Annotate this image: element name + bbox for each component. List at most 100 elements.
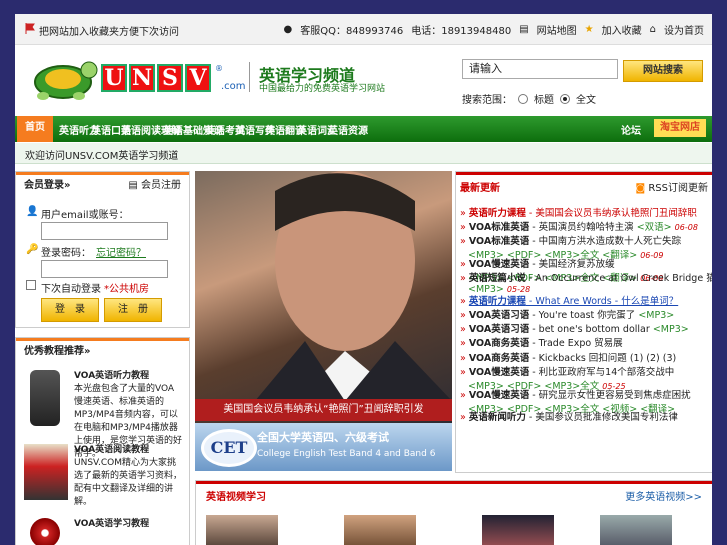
news-media-links[interactable]: <MP3> [638,310,674,321]
logo-letter: N [129,64,155,92]
news-category[interactable]: VOA慢速英语 [469,367,529,378]
sitemap-icon: ▤ [519,24,529,35]
page: 把网站加入收藏夹方便下次访问 ● 客服QQ：848993746 电话：18913… [15,14,712,545]
recommend-item-desc: UNSV.COM精心为大家挑选了最新的英语学习资料，配有中文翻译及详细的讲解。 [74,458,183,507]
news-item[interactable]: » VOA商务英语 - Trade Expo 贸易展 [460,335,623,349]
cet-title: 全国大学英语四、六级考试 [257,431,389,444]
news-item[interactable]: » VOA英语习语 - bet one's bottom dollar <MP3… [460,321,689,335]
sitemap-link[interactable]: 网站地图 [537,22,577,37]
email-field[interactable] [41,222,168,240]
video-section: 英语视频学习 更多英语视频>> [195,480,712,545]
fulltext-radio-label: 全文 [576,95,596,106]
news-title[interactable]: - bet one's bottom dollar [529,324,650,335]
title-radio[interactable] [518,93,528,104]
login-header: 会员登录» ▤ 会员注册 [16,172,189,199]
nav-home[interactable]: 首页 [17,116,53,142]
recommend-item[interactable]: VOA英语阅读教程 UNSV.COM精心为大家挑选了最新的英语学习资料，配有中文翻… [24,444,184,510]
recommend-title: 优秀教程推荐» [24,346,91,357]
news-title[interactable]: - An Occurrence at Owl Creek Bridge 猫头鹰溪… [526,273,712,284]
news-title[interactable]: - 美国国会议员韦纳承认艳照门丑闻辞职 [526,208,697,219]
title-radio-label: 标题 [534,95,554,106]
news-title[interactable]: - 研究显示女性更容易受到焦虑症困扰 [529,390,690,401]
video-thumbnail[interactable] [482,515,554,545]
notice-text: 欢迎访问UNSV.COM英语学习频道 [25,151,179,162]
recommend-item[interactable]: VOA英语学习教程 [24,518,184,545]
register-link[interactable]: ▤ 会员注册 [128,175,181,197]
news-title[interactable]: - 利比亚政府军与14个部落交战中 [529,367,674,378]
news-category[interactable]: 英语听力课程 [469,208,526,219]
news-category[interactable]: 英语新闻听力 [469,412,526,423]
video-thumbnail[interactable] [600,515,672,545]
user-icon: 👤 [26,206,39,217]
news-title[interactable]: - You're toast 你完蛋了 [529,310,635,321]
news-title[interactable]: - Kickbacks 回扣问题 (1) (2) (3) [529,353,676,364]
turtle-logo-icon[interactable] [23,54,99,104]
news-bullet: » [460,273,469,284]
news-title[interactable]: - 美国参议员批准修改美国专利法律 [526,412,678,423]
forgot-password-link[interactable]: 忘记密码？ [96,244,146,259]
recommend-item-text: VOA英语学习教程 [74,518,182,531]
news-category[interactable]: VOA商务英语 [469,338,529,349]
add-favorites-link[interactable]: 加入收藏 [602,22,642,37]
news-media-links[interactable]: <MP3> [653,324,689,335]
news-date: 06-08 [674,223,698,232]
news-category[interactable]: 英语听力课程 [469,296,526,307]
news-item[interactable]: » 英语新闻听力 - 美国参议员批准修改美国专利法律 [460,409,678,423]
cet-banner[interactable]: CET 全国大学英语四、六级考试 College English Test Ba… [195,423,452,471]
news-title[interactable]: - What Are Words - 什么是单词？ [526,296,678,307]
main-nav: 首页 英语听力 英语口语 英语阅读理解 英语基础知识 英语考试 英语写作 英语翻… [15,116,712,142]
logo-letter: V [185,64,211,92]
nav-resources[interactable]: 英语资源 [328,122,368,137]
unsv-logo[interactable]: U N S V [101,64,213,92]
news-item[interactable]: » 英语短篇小说 - An Occurrence at Owl Creek Br… [460,270,712,295]
news-title[interactable]: - 中国南方洪水造成数十人死亡失踪 [529,236,681,247]
news-item[interactable]: » VOA英语习语 - You're toast 你完蛋了 <MP3> [460,307,674,321]
add-favorite-link[interactable]: 把网站加入收藏夹方便下次访问 [39,23,179,38]
remember-checkbox[interactable] [26,280,36,290]
news-category[interactable]: VOA标准英语 [469,222,529,233]
news-category[interactable]: VOA慢速英语 [469,390,529,401]
news-item[interactable]: » 英语听力课程 - 美国国会议员韦纳承认艳照门丑闻辞职 [460,205,697,219]
taobao-store-link[interactable]: 淘宝网店 [654,119,706,137]
news-bullet: » [460,367,469,378]
featured-photo-caption[interactable]: 美国国会议员韦纳承认“艳照门”丑闻辞职引发 [195,399,452,421]
book-cover-image [24,444,68,500]
news-item[interactable]: » VOA标准英语 - 英国演员约翰哈特主演 <双语> 06-08 [460,219,698,233]
news-category[interactable]: 英语短篇小说 [469,273,526,284]
news-title[interactable]: - 美国经济复苏放缓 [529,259,614,270]
top-bar: 把网站加入收藏夹方便下次访问 ● 客服QQ：848993746 电话：18913… [15,14,712,45]
news-media-links[interactable]: <双语> [637,222,672,233]
news-title[interactable]: - 英国演员约翰哈特主演 [529,222,633,233]
fulltext-radio[interactable] [560,93,570,104]
news-bullet: » [460,296,469,307]
news-category[interactable]: VOA慢速英语 [469,259,529,270]
login-button[interactable]: 登 录 [41,298,99,322]
latest-updates-panel: 最新更新 ◙ RSS订阅更新 » 英语听力课程 - 美国国会议员韦纳承认艳照门丑… [455,171,712,473]
featured-photo-image [255,171,452,401]
home-icon: ⌂ [649,24,656,35]
news-title[interactable]: - Trade Expo 贸易展 [529,338,622,349]
rss-link[interactable]: ◙ RSS订阅更新 [635,179,708,194]
logo-com: .com [221,81,246,92]
phone-contact: 电话：18913948480 [411,26,512,37]
more-videos-link[interactable]: 更多英语视频>> [625,488,702,503]
video-section-title: 英语视频学习 [206,492,266,503]
search-input[interactable]: 请输入 [462,59,618,79]
news-category[interactable]: VOA商务英语 [469,353,529,364]
recommend-item-name: VOA英语听力教程 [74,371,150,381]
news-item[interactable]: » 英语听力课程 - What Are Words - 什么是单词？ [460,293,678,307]
video-thumbnail[interactable] [344,515,416,545]
set-home-link[interactable]: 设为首页 [664,22,704,37]
search-button[interactable]: 网站搜索 [623,60,703,82]
nav-forum[interactable]: 论坛 [621,122,641,137]
news-item[interactable]: » VOA商务英语 - Kickbacks 回扣问题 (1) (2) (3) [460,350,676,364]
news-category[interactable]: VOA英语习语 [469,324,529,335]
register-button[interactable]: 注 册 [104,298,162,322]
password-field[interactable] [41,260,168,278]
recommend-item-name: VOA英语学习教程 [74,519,150,529]
video-thumbnail[interactable] [206,515,278,545]
featured-photo[interactable]: 美国国会议员韦纳承认“艳照门”丑闻辞职引发 [195,171,452,423]
recommend-item[interactable]: VOA英语听力教程 本光盘包含了大量的VOA慢速英语、标准英语的MP3/MP4音频… [24,370,184,459]
news-category[interactable]: VOA标准英语 [469,236,529,247]
news-category[interactable]: VOA英语习语 [469,310,529,321]
